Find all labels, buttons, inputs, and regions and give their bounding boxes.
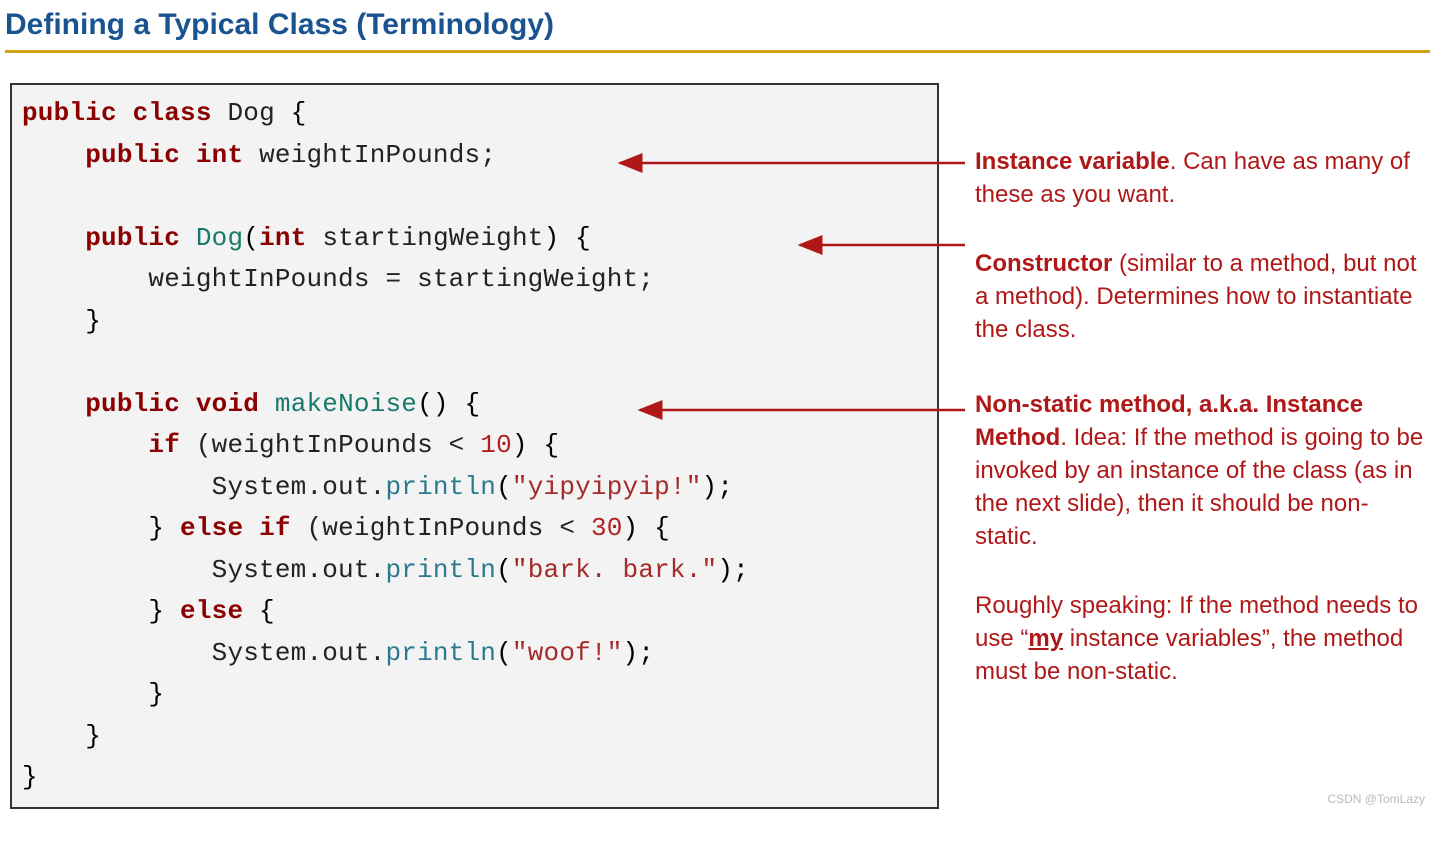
ann-my: my <box>1028 625 1063 652</box>
param: startingWeight <box>322 223 543 253</box>
ctor-body: weightInPounds = startingWeight; <box>148 264 654 294</box>
type-int: int <box>259 223 306 253</box>
ann-bold: Constructor <box>975 250 1112 277</box>
ann-bold: Instance variable <box>975 148 1170 175</box>
kw-else: else <box>180 596 243 626</box>
str-bark: "bark. bark." <box>512 555 717 585</box>
println: println <box>385 472 496 502</box>
str-yip: "yipyipyip!" <box>512 472 702 502</box>
num-30: 30 <box>591 513 623 543</box>
kw-class: class <box>133 98 212 128</box>
kw-if: if <box>259 513 291 543</box>
annotation-instance-method: Non-static method, a.k.a. Instance Metho… <box>975 388 1430 553</box>
type-int: int <box>196 140 243 170</box>
kw-public: public <box>85 140 180 170</box>
kw-void: void <box>196 389 259 419</box>
kw-public: public <box>85 389 180 419</box>
num-10: 10 <box>480 430 512 460</box>
sys-out: System.out. <box>212 472 386 502</box>
ctor-name: Dog <box>196 223 243 253</box>
title-divider <box>5 50 1430 53</box>
sys-out: System.out. <box>212 638 386 668</box>
kw-else: else <box>180 513 243 543</box>
class-name: Dog <box>227 98 274 128</box>
code-block: public class Dog { public int weightInPo… <box>10 83 939 809</box>
watermark: CSDN @TomLazy <box>1327 792 1425 806</box>
str-woof: "woof!" <box>512 638 623 668</box>
annotations-column: Instance variable. Can have as many of t… <box>975 83 1430 724</box>
method-name: makeNoise <box>275 389 417 419</box>
sys-out: System.out. <box>212 555 386 585</box>
content-row: public class Dog { public int weightInPo… <box>0 83 1435 809</box>
annotation-my-variables: Roughly speaking: If the method needs to… <box>975 589 1430 688</box>
cond: (weightInPounds < <box>306 513 590 543</box>
kw-public: public <box>85 223 180 253</box>
println: println <box>385 555 496 585</box>
cond: (weightInPounds < <box>196 430 480 460</box>
annotation-constructor: Constructor (similar to a method, but no… <box>975 247 1430 346</box>
kw-public: public <box>22 98 117 128</box>
field-decl: weightInPounds; <box>259 140 496 170</box>
page-title: Defining a Typical Class (Terminology) <box>0 0 1435 50</box>
kw-if: if <box>148 430 180 460</box>
annotation-instance-variable: Instance variable. Can have as many of t… <box>975 145 1430 211</box>
println: println <box>385 638 496 668</box>
